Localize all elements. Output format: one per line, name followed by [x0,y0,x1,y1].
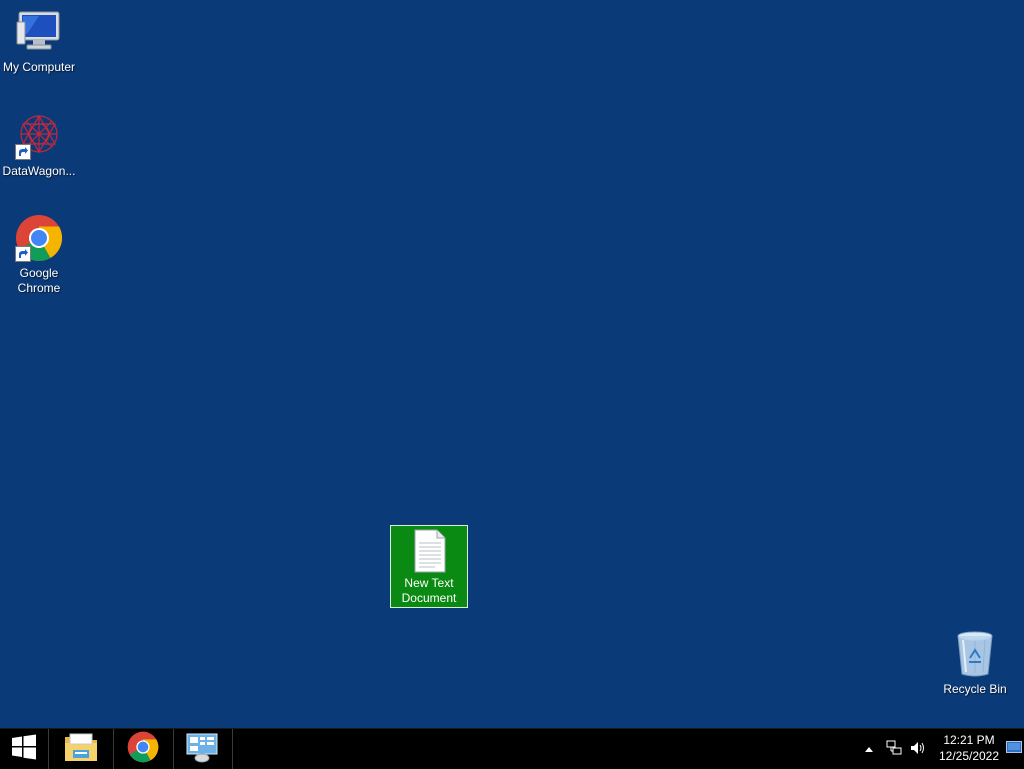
google-chrome-label-line1: Google [19,266,59,280]
chrome-icon [127,731,159,768]
recycle-bin-icon [951,630,999,678]
text-document-icon [411,529,447,573]
google-chrome-label-line2: Chrome [17,281,61,295]
taskbar-separator [48,729,49,769]
taskbar-clock[interactable]: 12:21 PM 12/25/2022 [928,732,1010,764]
clock-date: 12/25/2022 [938,749,1000,763]
system-tray [860,729,930,769]
taskbar-separator [113,729,114,769]
volume-icon[interactable] [906,740,930,759]
shortcut-arrow-icon [15,144,31,160]
desktop[interactable]: My Computer DataWagon... Google Chrome N… [0,0,1024,728]
shortcut-arrow-icon [15,246,31,262]
new-text-document-label-line1: New Text [404,576,454,590]
my-computer-desktop-icon[interactable]: My Computer [0,8,78,75]
file-explorer-taskbar-button[interactable] [56,729,106,769]
show-desktop-icon [1006,740,1022,758]
show-desktop-button[interactable] [1004,729,1024,769]
datawagon-desktop-icon[interactable]: DataWagon... [0,112,78,179]
server-manager-icon [186,731,218,768]
new-text-document-desktop-icon[interactable]: New Text Document [390,525,468,608]
file-explorer-icon [64,732,98,767]
server-manager-taskbar-button[interactable] [177,729,227,769]
taskbar-separator [173,729,174,769]
google-chrome-desktop-icon[interactable]: Google Chrome [0,214,78,296]
taskbar-separator [232,729,233,769]
recycle-bin-desktop-icon[interactable]: Recycle Bin [936,630,1014,697]
new-text-document-label-line2: Document [401,591,457,605]
taskbar: 12:21 PM 12/25/2022 [0,728,1024,769]
my-computer-label: My Computer [2,60,76,74]
my-computer-icon [15,8,63,56]
start-button[interactable] [0,729,48,769]
datawagon-label: DataWagon... [2,164,76,178]
show-hidden-icons-chevron[interactable] [860,742,878,756]
chrome-icon [15,214,63,262]
chrome-taskbar-button[interactable] [118,729,168,769]
network-icon[interactable] [882,740,906,759]
windows-start-icon [11,734,37,765]
datawagon-icon [15,112,63,160]
recycle-bin-label: Recycle Bin [943,682,1007,696]
clock-time: 12:21 PM [943,733,995,747]
